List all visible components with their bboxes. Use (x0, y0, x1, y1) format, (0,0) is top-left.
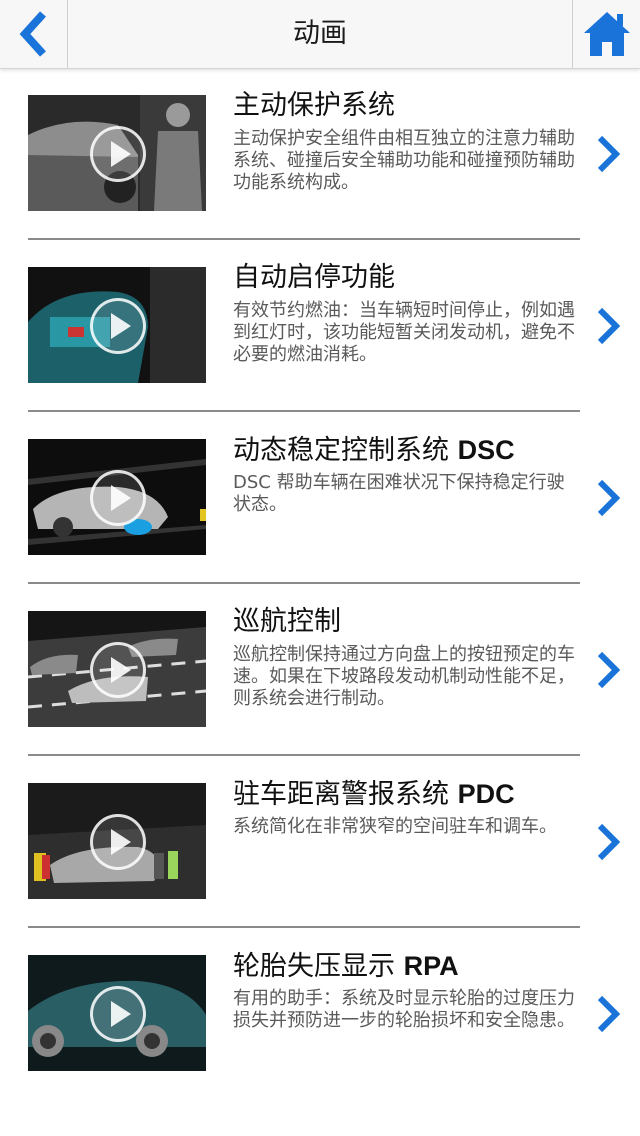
list-item[interactable]: 动态稳定控制系统 DSC DSC 帮助车辆在困难状况下保持稳定行驶状态。 (0, 412, 640, 583)
chevron-right-icon (597, 307, 621, 345)
video-thumbnail (28, 955, 206, 1071)
video-thumbnail (28, 439, 206, 555)
item-description: 有效节约燃油：当车辆短时间停止，例如遇到红灯时，该功能短暂关闭发动机，避免不必要… (233, 300, 575, 365)
back-button[interactable] (0, 0, 68, 68)
item-title: 主动保护系统 (233, 90, 395, 121)
item-title: 轮胎失压显示 RPA (233, 951, 459, 982)
list-item[interactable]: 主动保护系统 主动保护安全组件由相互独立的注意力辅助系统、碰撞后安全辅助功能和碰… (0, 68, 640, 239)
item-title: 动态稳定控制系统 DSC (233, 435, 515, 466)
item-title: 驻车距离警报系统 PDC (233, 779, 515, 810)
chevron-right-icon (597, 995, 621, 1033)
navigation-bar: 动画 (0, 0, 640, 69)
list-item[interactable]: 轮胎失压显示 RPA 有用的助手：系统及时显示轮胎的过度压力损失并预防进一步的轮… (0, 928, 640, 1099)
play-icon (90, 470, 146, 526)
play-icon (90, 642, 146, 698)
video-thumbnail (28, 95, 206, 211)
item-description: 系统简化在非常狭窄的空间驻车和调车。 (233, 816, 557, 837)
list-item[interactable]: 驻车距离警报系统 PDC 系统简化在非常狭窄的空间驻车和调车。 (0, 756, 640, 927)
item-description: 有用的助手：系统及时显示轮胎的过度压力损失并预防进一步的轮胎损坏和安全隐患。 (233, 988, 575, 1031)
item-description: 主动保护安全组件由相互独立的注意力辅助系统、碰撞后安全辅助功能和碰撞预防辅助功能… (233, 128, 575, 193)
page-title: 动画 (293, 18, 347, 49)
play-icon (90, 126, 146, 182)
chevron-right-icon (597, 823, 621, 861)
chevron-right-icon (597, 651, 621, 689)
item-title: 巡航控制 (233, 606, 341, 637)
home-icon (583, 12, 630, 56)
item-title: 自动启停功能 (233, 262, 395, 293)
chevron-left-icon (19, 11, 46, 57)
item-description: 巡航控制保持通过方向盘上的按钮预定的车速。如果在下坡路段发动机制动性能不足，则系… (233, 644, 575, 709)
play-icon (90, 298, 146, 354)
item-description: DSC 帮助车辆在困难状况下保持稳定行驶状态。 (233, 472, 565, 515)
list-item[interactable]: 巡航控制 巡航控制保持通过方向盘上的按钮预定的车速。如果在下坡路段发动机制动性能… (0, 584, 640, 755)
home-button[interactable] (572, 0, 640, 68)
list-item[interactable]: 自动启停功能 有效节约燃油：当车辆短时间停止，例如遇到红灯时，该功能短暂关闭发动… (0, 240, 640, 411)
chevron-right-icon (597, 479, 621, 517)
play-icon (90, 986, 146, 1042)
video-thumbnail (28, 267, 206, 383)
video-thumbnail (28, 783, 206, 899)
video-thumbnail (28, 611, 206, 727)
chevron-right-icon (597, 135, 621, 173)
play-icon (90, 814, 146, 870)
